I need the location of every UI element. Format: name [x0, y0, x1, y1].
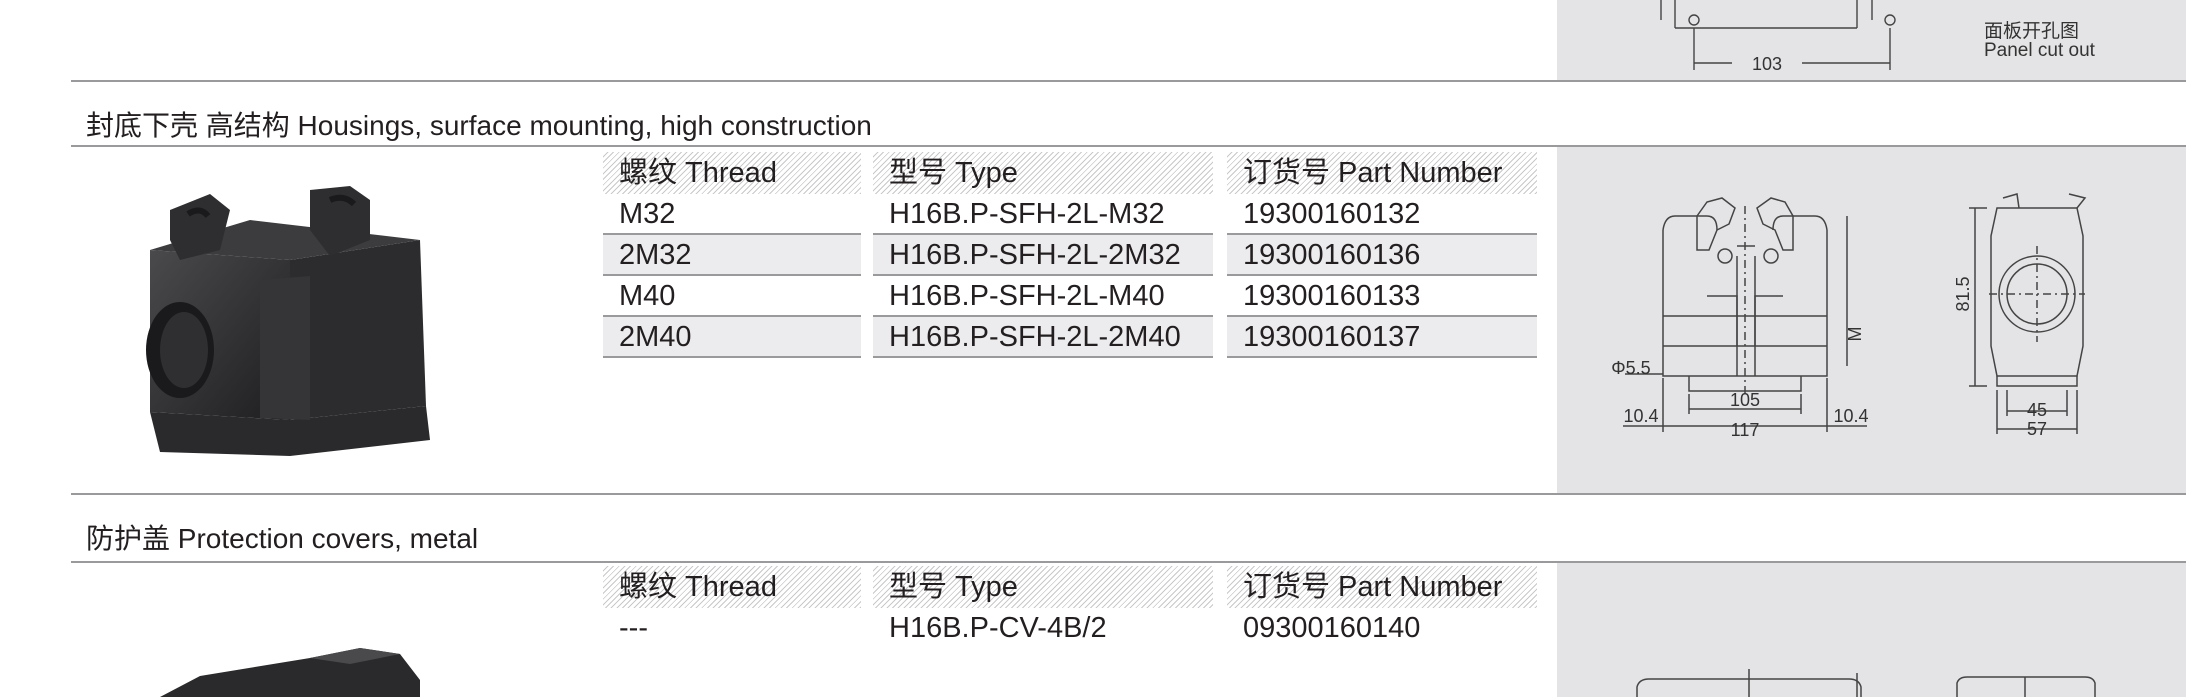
thread-cell: M32	[603, 194, 861, 235]
thread-column: 螺纹 Thread M32 2M32 M40 2M40	[603, 152, 861, 358]
part-number-header: 订货号 Part Number	[1227, 152, 1537, 194]
dim-thread-label: M	[1845, 327, 1865, 342]
type-cell: H16B.P-SFH-2L-M40	[873, 276, 1213, 317]
part-number-column: 订货号 Part Number 09300160140	[1227, 566, 1537, 649]
thread-cell: ---	[619, 612, 648, 644]
part-number-cell: 19300160133	[1227, 276, 1537, 317]
dim-outer-width: 117	[1731, 420, 1760, 440]
section-title-covers: 防护盖 Protection covers, metal	[86, 523, 479, 554]
cutout-label-en: Panel cut out	[1984, 40, 2095, 61]
thread-header: 螺纹 Thread	[603, 152, 861, 194]
part-number-header: 订货号 Part Number	[1227, 566, 1537, 608]
thread-header: 螺纹 Thread	[603, 566, 861, 608]
dim-hole: Φ5.5	[1611, 358, 1650, 378]
section-divider	[71, 80, 2186, 82]
dim-right-margin: 10.4	[1833, 406, 1868, 426]
dim-inner-width: 105	[1730, 390, 1760, 410]
dim-left-margin: 10.4	[1623, 406, 1658, 426]
type-column: 型号 Type H16B.P-SFH-2L-M32 H16B.P-SFH-2L-…	[873, 152, 1213, 358]
part-number-cell: 19300160137	[1227, 317, 1537, 358]
type-cell: H16B.P-SFH-2L-2M40	[873, 317, 1213, 358]
type-cell: H16B.P-SFH-2L-M32	[873, 194, 1213, 235]
type-column: 型号 Type H16B.P-CV-4B/2	[873, 566, 1213, 649]
part-number-cell: 09300160140	[1243, 612, 1421, 644]
section-divider	[71, 493, 2186, 495]
dim-side-inner: 45	[2027, 400, 2047, 420]
cutout-label-cn: 面板开孔图	[1984, 21, 2080, 42]
cover-technical-drawing	[1636, 669, 2096, 697]
thread-cell: 2M40	[603, 317, 861, 358]
cutout-dim-103: 103	[1752, 54, 1782, 74]
dim-side-outer: 57	[2027, 419, 2047, 439]
type-cell: H16B.P-SFH-2L-2M32	[873, 235, 1213, 276]
type-header: 型号 Type	[873, 152, 1213, 194]
section-title-housings: 封底下壳 高结构 Housings, surface mounting, hig…	[86, 110, 872, 141]
thread-cell: M40	[603, 276, 861, 317]
part-number-column: 订货号 Part Number 19300160132 19300160136 …	[1227, 152, 1537, 358]
thread-cell: 2M32	[603, 235, 861, 276]
type-cell: H16B.P-CV-4B/2	[889, 612, 1107, 644]
housing-technical-drawing: Φ5.5 10.4 105 117 10.4 M 81.5 45 57	[1611, 193, 2087, 440]
dim-height: 81.5	[1953, 276, 1973, 311]
part-number-cell: 19300160136	[1227, 235, 1537, 276]
type-header: 型号 Type	[873, 566, 1213, 608]
cover-product-image	[160, 648, 420, 697]
thread-column: 螺纹 Thread ---	[603, 566, 861, 649]
part-number-cell: 19300160132	[1227, 194, 1537, 235]
housing-product-image	[146, 186, 430, 456]
